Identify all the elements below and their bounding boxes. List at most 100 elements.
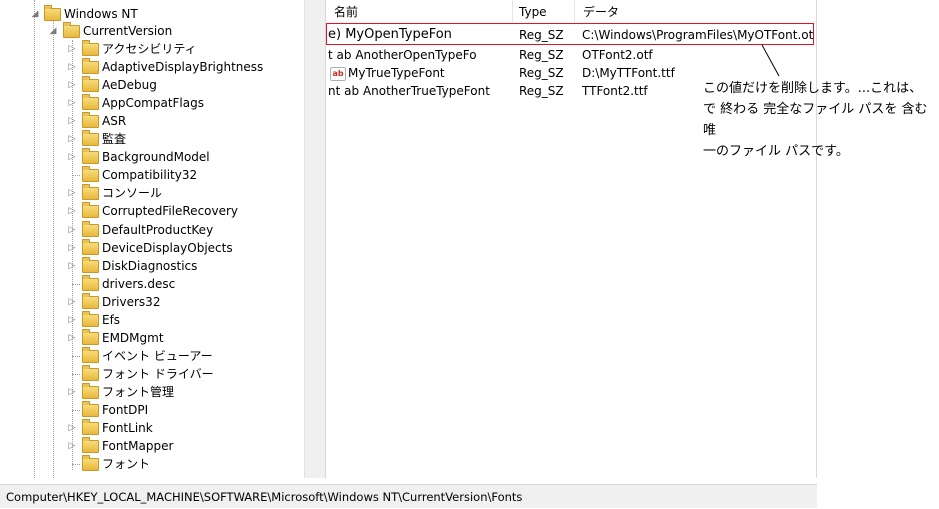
folder-icon (63, 22, 80, 38)
folder-icon (82, 202, 99, 219)
tree-guide-line (72, 355, 80, 357)
tree-item[interactable]: ▷ Drivers32 (0, 292, 300, 311)
chevron-right-icon[interactable]: ▷ (67, 437, 77, 455)
tree-item-label: Efs (102, 312, 121, 327)
tree-item-windows-nt[interactable]: ◢ Windows NT (0, 5, 300, 23)
tree-item[interactable]: ▷ AppCompatFlags (0, 94, 300, 112)
tree-item[interactable]: ▷ DeviceDisplayObjects (0, 238, 300, 257)
folder-icon (82, 76, 99, 93)
tree-item[interactable]: フォント (0, 455, 300, 473)
chevron-right-icon[interactable]: ▷ (67, 257, 77, 275)
chevron-right-icon[interactable]: ▷ (67, 239, 77, 257)
tree-scrollbar[interactable] (304, 0, 322, 478)
folder-icon (82, 328, 99, 345)
tree-item-label: AppCompatFlags (102, 96, 204, 111)
tree-item[interactable]: ▷ フォント管理 (0, 382, 300, 401)
folder-icon (82, 292, 99, 309)
chevron-right-icon[interactable]: ▷ (67, 130, 77, 148)
tree-item[interactable]: ▷ AeDebug (0, 76, 300, 94)
column-header-data[interactable]: データ (583, 0, 619, 22)
value-name: MyTrueTypeFont (348, 66, 445, 80)
chevron-right-icon[interactable]: ▷ (67, 293, 77, 311)
tree-item[interactable]: フォント ドライバー (0, 364, 300, 383)
tree-item[interactable]: ▷ BackgroundModel (0, 148, 300, 166)
tree-guide-line (72, 283, 80, 285)
value-name-cell: nt ab AnotherTrueTypeFont (328, 82, 513, 100)
chevron-right-icon[interactable]: ▷ (67, 112, 77, 130)
chevron-right-icon[interactable]: ▷ (67, 184, 77, 202)
tree-item-label: イベント ビューアー (102, 348, 213, 363)
tree-item-label: フォント ドライバー (102, 366, 214, 381)
tree-item[interactable]: ▷ FontMapper (0, 437, 300, 455)
tree-item[interactable]: ▷ CorruptedFileRecovery (0, 202, 300, 220)
value-data-cell: OTFont2.otf (582, 48, 653, 62)
folder-icon (82, 58, 99, 75)
chevron-right-icon[interactable]: ▷ (67, 419, 77, 437)
folder-icon (82, 94, 99, 111)
column-header-name[interactable]: 名前 (334, 0, 358, 22)
column-separator[interactable] (574, 0, 575, 22)
chevron-right-icon[interactable]: ▷ (67, 58, 77, 76)
tree-item-label: AdaptiveDisplayBrightness (102, 60, 264, 75)
tree-guide-line (72, 373, 80, 375)
folder-icon (82, 401, 99, 417)
chevron-right-icon[interactable]: ▷ (67, 76, 77, 94)
chevron-right-icon[interactable]: ▷ (67, 202, 77, 220)
tree-item[interactable]: drivers.desc (0, 274, 300, 293)
tree-item[interactable]: ▷ FontLink (0, 419, 300, 437)
tree-item-label: drivers.desc (102, 276, 176, 291)
tree-item[interactable]: ▷ コンソール (0, 184, 300, 202)
chevron-right-icon[interactable]: ▷ (67, 94, 77, 112)
tree-item[interactable]: ▷ DiskDiagnostics (0, 256, 300, 275)
string-value-icon: ab (330, 66, 346, 81)
tree-item-label: コンソール (102, 186, 163, 201)
value-name-cell: ab MyTrueTypeFont (330, 64, 515, 82)
value-type-cell: Reg_SZ (519, 84, 564, 98)
chevron-right-icon[interactable]: ▷ (67, 40, 77, 58)
registry-tree[interactable]: ◢ Windows NT ◢ CurrentVersion ▷ アクセシビリティ ▷… (0, 0, 304, 478)
column-header-type[interactable]: Type (519, 0, 547, 22)
tree-guide-line (72, 464, 80, 466)
chevron-down-icon[interactable]: ◢ (30, 5, 40, 23)
tree-item-label: DiskDiagnostics (102, 258, 198, 273)
tree-item[interactable]: ▷ EMDMgmt (0, 328, 300, 347)
callout-line-2: で 終わる 完全なファイル パスを 含む 唯 (703, 102, 928, 138)
status-bar: Computer\HKEY_LOCAL_MACHINE\SOFTWARE\Mic… (0, 484, 817, 508)
tree-item[interactable]: Compatibility32 (0, 166, 300, 184)
tree-item-label: DeviceDisplayObjects (102, 240, 233, 255)
callout-annotation: この値だけを削除します。...これは、 で 終わる 完全なファイル パスを 含む… (703, 78, 935, 162)
callout-line-1: この値だけを削除します。...これは、 (703, 81, 923, 96)
folder-icon (82, 274, 99, 291)
tree-item-label: Compatibility32 (102, 168, 198, 183)
tree-item-label: フォント管理 (102, 384, 175, 399)
chevron-right-icon[interactable]: ▷ (67, 148, 77, 166)
callout-line-3: 一のファイル パスです。 (703, 144, 849, 159)
column-separator[interactable] (512, 0, 513, 22)
tree-item[interactable]: イベント ビューアー (0, 346, 300, 365)
folder-icon (82, 437, 99, 454)
tree-item[interactable]: ▷ 監査 (0, 130, 300, 148)
folder-icon (82, 238, 99, 255)
tree-item[interactable]: ▷ Efs (0, 310, 300, 329)
tree-item-label: FontLink (102, 421, 153, 436)
tree-item-label: CorruptedFileRecovery (102, 204, 239, 219)
chevron-right-icon[interactable]: ▷ (67, 329, 77, 347)
tree-item[interactable]: FontDPI (0, 401, 300, 419)
chevron-right-icon[interactable]: ▷ (67, 311, 77, 329)
folder-icon (82, 130, 99, 147)
chevron-right-icon[interactable]: ▷ (67, 221, 77, 239)
tree-item[interactable]: ▷ ASR (0, 112, 300, 130)
chevron-down-icon[interactable]: ◢ (48, 22, 58, 40)
tree-item-label: Windows NT (64, 7, 138, 21)
chevron-right-icon[interactable]: ▷ (67, 383, 77, 401)
folder-icon (82, 455, 99, 472)
tree-item[interactable]: ▷ アクセシビリティ (0, 40, 300, 58)
tree-item[interactable]: ▷ DefaultProductKey (0, 220, 300, 239)
value-prefix: nt ab (328, 84, 360, 98)
tree-item-current-version[interactable]: ◢ CurrentVersion (0, 22, 300, 40)
value-row[interactable]: t ab AnotherOpenTypeFo Reg_SZ OTFont2.ot… (326, 46, 816, 64)
folder-icon (82, 220, 99, 237)
tree-item[interactable]: ▷ AdaptiveDisplayBrightness (0, 58, 300, 76)
folder-icon (82, 346, 99, 363)
values-list[interactable]: 名前 Type データ e) MyOpenTypeFon Reg_SZ C:\W… (326, 0, 817, 478)
